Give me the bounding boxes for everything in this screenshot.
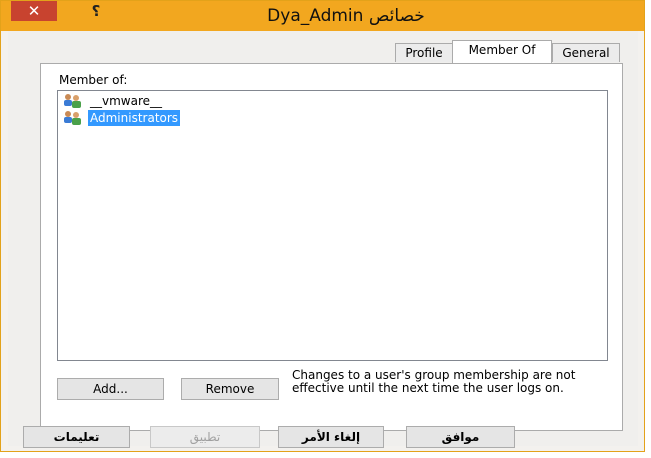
remove-button[interactable]: Remove — [181, 378, 279, 400]
membership-note: Changes to a user's group membership are… — [292, 368, 576, 395]
member-of-panel: Member of: __vmware__ Administrators Add… — [40, 63, 623, 431]
ok-button[interactable]: موافق — [406, 426, 515, 448]
tab-profile[interactable]: Profile — [395, 43, 453, 62]
cancel-button[interactable]: إلغاء الأمر — [278, 426, 384, 448]
tab-general[interactable]: General — [552, 43, 620, 62]
close-button[interactable]: ✕ — [11, 1, 57, 21]
help-question-button[interactable]: ؟ — [86, 2, 106, 20]
group-name: Administrators — [88, 110, 181, 126]
question-icon: ؟ — [91, 2, 101, 20]
help-button[interactable]: تعليمات — [23, 426, 130, 448]
group-icon — [64, 94, 81, 108]
groups-listbox[interactable]: __vmware__ Administrators — [57, 90, 608, 361]
close-icon: ✕ — [27, 2, 41, 20]
properties-dialog: ✕ ؟ خصائص Dya_Admin Profile Member Of Ge… — [0, 0, 645, 452]
group-icon — [64, 111, 81, 125]
dialog-client-area: Profile Member Of General Member of: __v… — [8, 31, 638, 448]
window-title: خصائص Dya_Admin — [267, 6, 425, 26]
apply-button[interactable]: تطبيق — [150, 426, 260, 448]
add-button[interactable]: Add... — [57, 378, 164, 400]
member-of-label: Member of: — [59, 73, 128, 87]
title-bar[interactable]: ✕ ؟ خصائص Dya_Admin — [1, 1, 644, 31]
tab-member-of[interactable]: Member Of — [452, 40, 552, 63]
group-name: __vmware__ — [90, 94, 163, 108]
